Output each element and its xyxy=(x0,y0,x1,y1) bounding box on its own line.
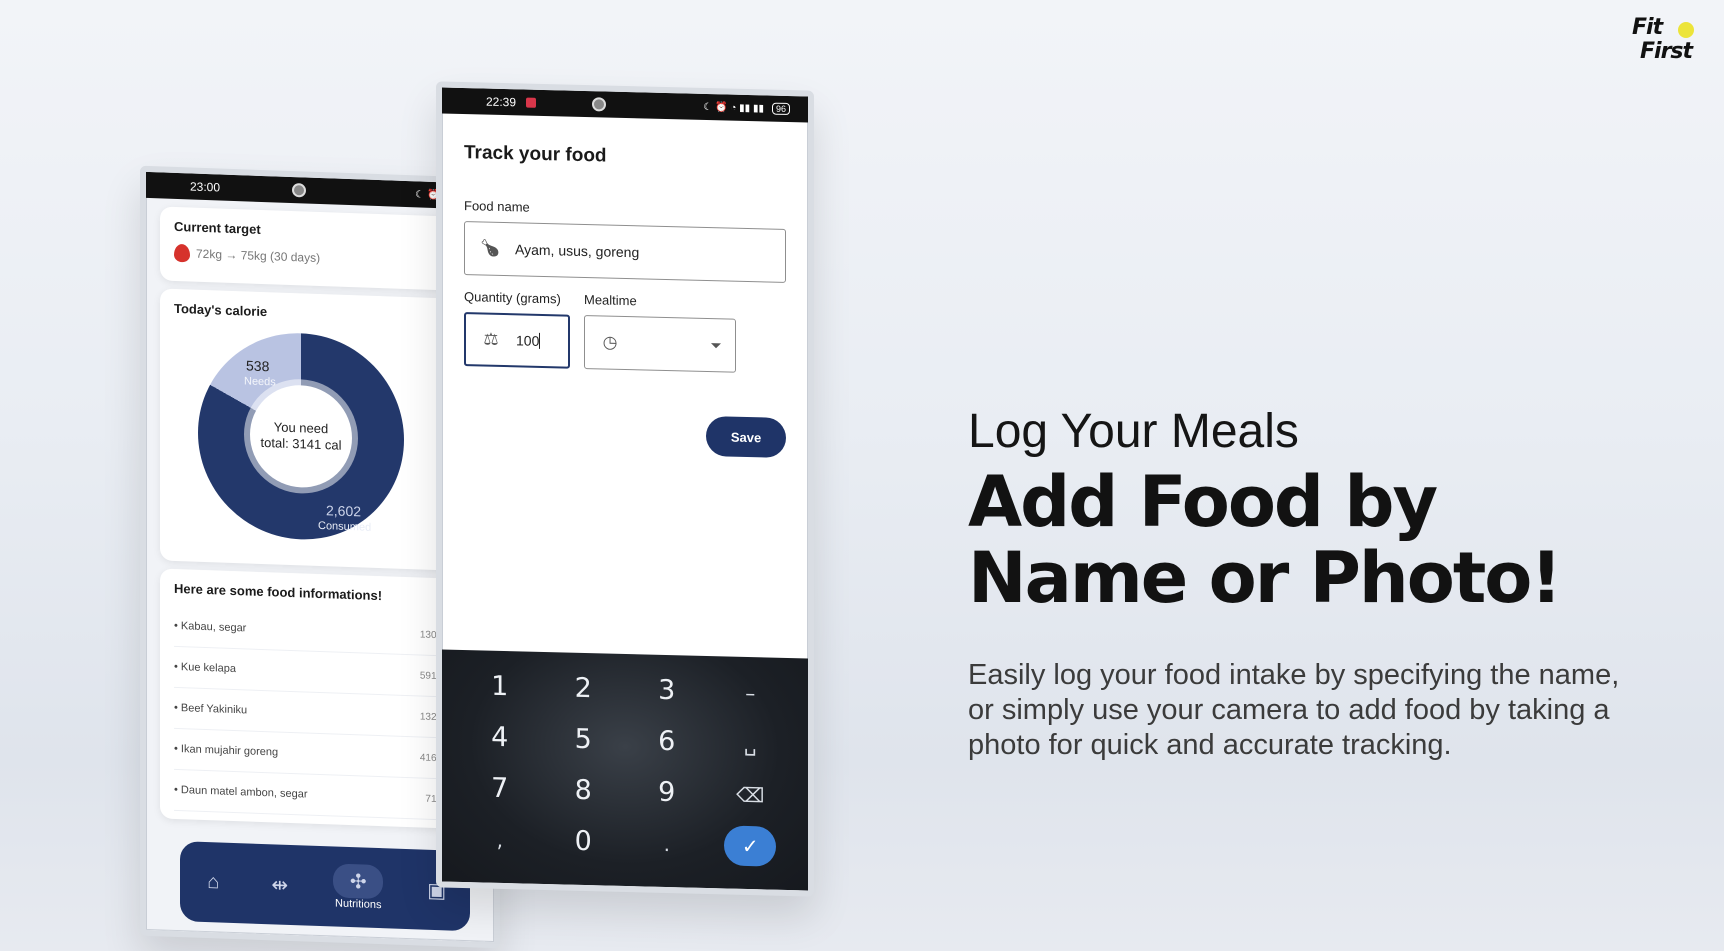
food-name-value: Ayam, usus, goreng xyxy=(515,241,640,261)
center-line2: total: 3141 cal xyxy=(260,434,342,453)
bottom-navigation: ⌂ ⇹ ✣ Nutritions ▣ xyxy=(180,841,470,932)
current-target-value: 72kg → 75kg (30 days) xyxy=(196,246,321,266)
needs-value: 538 xyxy=(246,357,270,375)
food-name: • Daun matel ambon, segar xyxy=(174,783,308,801)
fire-icon xyxy=(174,243,190,263)
food-name: • Beef Yakiniku xyxy=(174,701,248,717)
camera-cutout xyxy=(592,97,606,112)
fitfirst-logo: Fit First xyxy=(1632,16,1702,70)
nav-nutritions[interactable]: ✣ Nutritions xyxy=(333,863,384,912)
page-title: Track your food xyxy=(464,142,607,167)
key-comma[interactable]: , xyxy=(458,813,542,866)
track-food-form: Track your food Food name 🍗︎ Ayam, usus,… xyxy=(442,114,808,647)
check-icon: ✓ xyxy=(724,824,777,867)
clock-icon: ◷ xyxy=(602,332,618,352)
mealtime-label: Mealtime xyxy=(584,291,637,309)
chevron-down-icon xyxy=(711,342,721,348)
scale-icon: ⚖ xyxy=(483,329,499,349)
todays-calorie-title: Today's calorie xyxy=(174,300,268,320)
status-icons: ☾ ⏰ ◔ ▮▮ ▮▮ xyxy=(703,101,764,114)
mealtime-select[interactable]: ◷ xyxy=(584,314,736,373)
notification-icon xyxy=(526,97,537,108)
donut-center: You need total: 3141 cal xyxy=(250,383,352,490)
key-3[interactable]: 3 xyxy=(625,664,709,717)
current-target-card[interactable]: Current target 72kg → 75kg (30 days) xyxy=(160,206,480,292)
status-time: 22:39 xyxy=(486,94,517,110)
key-0[interactable]: 0 xyxy=(542,815,626,868)
key-1[interactable]: 1 xyxy=(458,660,542,713)
key-2[interactable]: 2 xyxy=(542,662,626,715)
logo-line2: First xyxy=(1640,39,1693,64)
key-4[interactable]: 4 xyxy=(458,711,542,764)
track-food-phone: 22:39 ☾ ⏰ ◔ ▮▮ ▮▮ 96 Track your food Foo… xyxy=(436,81,814,897)
headline-line2: Name or Photo! xyxy=(968,537,1562,619)
food-name-label: Food name xyxy=(464,198,530,215)
logo-line1: Fit xyxy=(1632,15,1663,40)
headline-line1: Add Food by xyxy=(968,461,1438,543)
numeric-keypad: 1 2 3 – 4 5 6 ␣ 7 8 9 ⌫ , 0 . ✓ xyxy=(442,649,808,891)
calorie-donut-chart: 538 Needs You need total: 3141 cal 2,602… xyxy=(198,329,404,543)
text-cursor xyxy=(539,332,541,349)
consumed-value: 2,602 xyxy=(326,502,362,520)
quantity-label: Quantity (grams) xyxy=(464,289,561,307)
logo-dot xyxy=(1678,22,1694,38)
key-space[interactable]: ␣ xyxy=(709,717,793,770)
headline: Add Food by Name or Photo! xyxy=(968,464,1668,616)
quantity-field[interactable]: ⚖ 100 xyxy=(464,312,570,369)
food-name-field[interactable]: 🍗︎ Ayam, usus, goreng xyxy=(464,221,786,283)
home-icon: ⌂ xyxy=(207,870,220,893)
backspace-key[interactable]: ⌫ xyxy=(709,768,793,821)
status-time: 23:00 xyxy=(190,179,221,195)
nav-nutritions-label: Nutritions xyxy=(335,897,382,912)
battery-indicator: 96 xyxy=(771,102,790,116)
key-5[interactable]: 5 xyxy=(542,713,626,766)
key-9[interactable]: 9 xyxy=(625,766,709,819)
todays-calorie-card: Today's calorie 538 Needs You need total… xyxy=(160,288,480,572)
description: Easily log your food intake by specifyin… xyxy=(968,659,1620,761)
nutrition-icon: ✣ xyxy=(333,863,384,900)
list-item[interactable]: • Daun matel ambon, segar 71 cal/10 xyxy=(174,769,466,822)
food-name: • Ikan mujahir goreng xyxy=(174,742,279,759)
food-name: • Kue kelapa xyxy=(174,660,236,676)
center-line1: You need xyxy=(273,419,329,437)
key-6[interactable]: 6 xyxy=(625,715,709,768)
camera-cutout xyxy=(292,183,306,198)
consumed-label: Consumed xyxy=(318,519,372,534)
dumbbell-icon: ⇹ xyxy=(271,873,289,897)
nav-workout[interactable]: ⇹ xyxy=(267,871,293,898)
nav-home[interactable]: ⌂ xyxy=(200,869,226,896)
current-target-title: Current target xyxy=(174,218,261,237)
eyebrow-heading: Log Your Meals xyxy=(968,405,1299,458)
save-button[interactable]: Save xyxy=(706,415,786,458)
key-8[interactable]: 8 xyxy=(542,764,626,817)
key-minus[interactable]: – xyxy=(709,666,793,719)
marketing-copy: Log Your Meals Add Food by Name or Photo… xyxy=(968,404,1668,763)
drumstick-icon: 🍗︎ xyxy=(479,238,501,258)
needs-label: Needs xyxy=(244,375,276,389)
food-info-title: Here are some food informations! xyxy=(174,580,383,604)
done-key[interactable]: ✓ xyxy=(709,819,793,872)
key-7[interactable]: 7 xyxy=(458,762,542,815)
quantity-value: 100 xyxy=(516,332,540,349)
key-period[interactable]: . xyxy=(625,817,709,870)
food-name: • Kabau, segar xyxy=(174,619,247,635)
food-info-card: Here are some food informations! • Kabau… xyxy=(160,568,480,830)
